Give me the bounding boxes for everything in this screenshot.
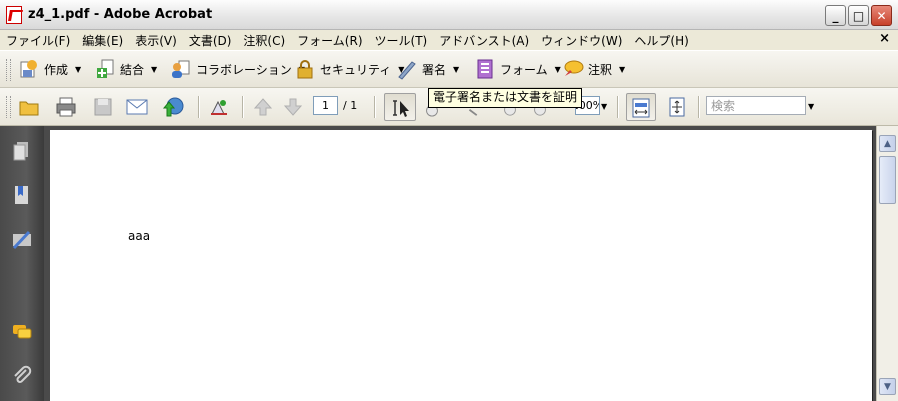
collaborate-button[interactable]: コラボレーション▼ bbox=[170, 57, 305, 81]
print-icon[interactable] bbox=[55, 96, 77, 118]
document-page[interactable] bbox=[50, 130, 872, 401]
title-bar: z4_1.pdf - Adobe Acrobat _ □ ✕ bbox=[0, 0, 898, 30]
page-total-label: / 1 bbox=[343, 99, 358, 112]
create-pdf-icon bbox=[20, 60, 37, 78]
vertical-scrollbar[interactable]: ▲ ▼ bbox=[876, 126, 898, 401]
combine-label: 結合 bbox=[120, 62, 145, 77]
menu-help[interactable]: ヘルプ(H) bbox=[628, 32, 694, 49]
create-pdf-label: 作成 bbox=[44, 62, 69, 77]
chevron-down-icon: ▼ bbox=[151, 64, 158, 74]
menu-edit[interactable]: 編集(E) bbox=[76, 32, 129, 49]
signatures-icon[interactable] bbox=[11, 228, 33, 250]
menu-document[interactable]: 文書(D) bbox=[183, 32, 238, 49]
open-folder-icon[interactable] bbox=[18, 96, 40, 118]
pen-icon bbox=[398, 61, 416, 80]
attachments-icon[interactable] bbox=[11, 364, 33, 386]
sign-tooltip: 電子署名または文書を証明 bbox=[428, 88, 583, 108]
select-tool-button[interactable] bbox=[384, 93, 416, 121]
menu-view[interactable]: 表示(V) bbox=[129, 32, 183, 49]
search-input[interactable]: 検索 bbox=[706, 96, 806, 115]
arrow-down-icon[interactable] bbox=[282, 96, 304, 118]
fit-page-icon[interactable] bbox=[666, 96, 688, 118]
create-pdf-button[interactable]: 作成 ▼ bbox=[18, 57, 81, 81]
toolbar-separator bbox=[374, 96, 376, 118]
email-icon[interactable] bbox=[126, 96, 148, 118]
sign-button[interactable]: 署名 ▼ bbox=[396, 57, 459, 81]
menu-advanced[interactable]: アドバンスト(A) bbox=[433, 32, 535, 49]
menu-file[interactable]: ファイル(F) bbox=[0, 32, 76, 49]
zoom-dropdown-icon[interactable]: ▼ bbox=[601, 102, 607, 111]
toolbar-separator bbox=[617, 96, 619, 118]
combine-files-icon bbox=[97, 59, 114, 78]
upload-globe-icon[interactable] bbox=[162, 96, 184, 118]
scroll-thumb[interactable] bbox=[879, 156, 896, 204]
collaborate-label: コラボレーション bbox=[196, 62, 292, 77]
menu-bar: ファイル(F) 編集(E) 表示(V) 文書(D) 注釈(C) フォーム(R) … bbox=[0, 30, 898, 50]
chevron-down-icon: ▼ bbox=[75, 64, 82, 74]
security-button[interactable]: セキュリティ ▼ bbox=[294, 57, 404, 81]
arrow-up-icon[interactable] bbox=[252, 96, 274, 118]
collaborate-icon bbox=[172, 60, 190, 78]
bookmarks-icon[interactable] bbox=[11, 184, 33, 206]
navigation-pane bbox=[0, 126, 44, 401]
toolbar-grip[interactable] bbox=[6, 96, 11, 118]
search-dropdown-icon[interactable]: ▼ bbox=[808, 102, 814, 111]
scroll-down-button[interactable]: ▼ bbox=[879, 378, 896, 395]
forms-label: フォーム bbox=[500, 62, 548, 77]
security-label: セキュリティ bbox=[320, 62, 392, 77]
fit-width-icon bbox=[632, 98, 650, 118]
maximize-button[interactable]: □ bbox=[848, 5, 869, 26]
edit-object-icon[interactable] bbox=[208, 96, 230, 118]
comment-icon bbox=[564, 60, 584, 76]
save-icon[interactable] bbox=[92, 96, 114, 118]
close-button[interactable]: ✕ bbox=[871, 5, 892, 26]
tasks-toolbar: 作成▼ 結合▼ コラボレーション▼ セキュリティ▼ 署名▼ フォ bbox=[0, 50, 898, 88]
comment-button[interactable]: 注釈 ▼ bbox=[562, 57, 625, 81]
menu-tools[interactable]: ツール(T) bbox=[369, 32, 434, 49]
toolbar-separator bbox=[698, 96, 700, 118]
menu-forms[interactable]: フォーム(R) bbox=[291, 32, 368, 49]
page-number-input[interactable]: 1 bbox=[313, 96, 338, 115]
pages-icon[interactable] bbox=[11, 140, 33, 162]
document-text[interactable]: aaa bbox=[128, 229, 150, 243]
minimize-button[interactable]: _ bbox=[825, 5, 846, 26]
chevron-down-icon: ▼ bbox=[453, 64, 460, 74]
menu-window[interactable]: ウィンドウ(W) bbox=[535, 32, 628, 49]
toolbar-separator bbox=[198, 96, 200, 118]
text-select-cursor-icon bbox=[393, 100, 409, 117]
fit-width-button[interactable] bbox=[626, 93, 656, 121]
sign-label: 署名 bbox=[422, 62, 447, 77]
comments-icon[interactable] bbox=[11, 321, 33, 343]
comment-label: 注釈 bbox=[588, 62, 613, 77]
pdf-file-icon bbox=[6, 6, 22, 24]
toolbar-grip[interactable] bbox=[6, 59, 11, 81]
forms-button[interactable]: フォーム ▼ bbox=[474, 57, 561, 81]
lock-icon bbox=[297, 60, 313, 79]
toolbar-separator bbox=[242, 96, 244, 118]
chevron-down-icon: ▼ bbox=[619, 64, 626, 74]
scroll-up-button[interactable]: ▲ bbox=[879, 135, 896, 152]
combine-button[interactable]: 結合 ▼ bbox=[94, 57, 157, 81]
window-title: z4_1.pdf - Adobe Acrobat bbox=[28, 7, 213, 22]
chevron-down-icon: ▼ bbox=[554, 64, 561, 74]
form-icon bbox=[477, 59, 493, 79]
document-close-button[interactable]: × bbox=[879, 31, 890, 46]
menu-comments[interactable]: 注釈(C) bbox=[237, 32, 291, 49]
